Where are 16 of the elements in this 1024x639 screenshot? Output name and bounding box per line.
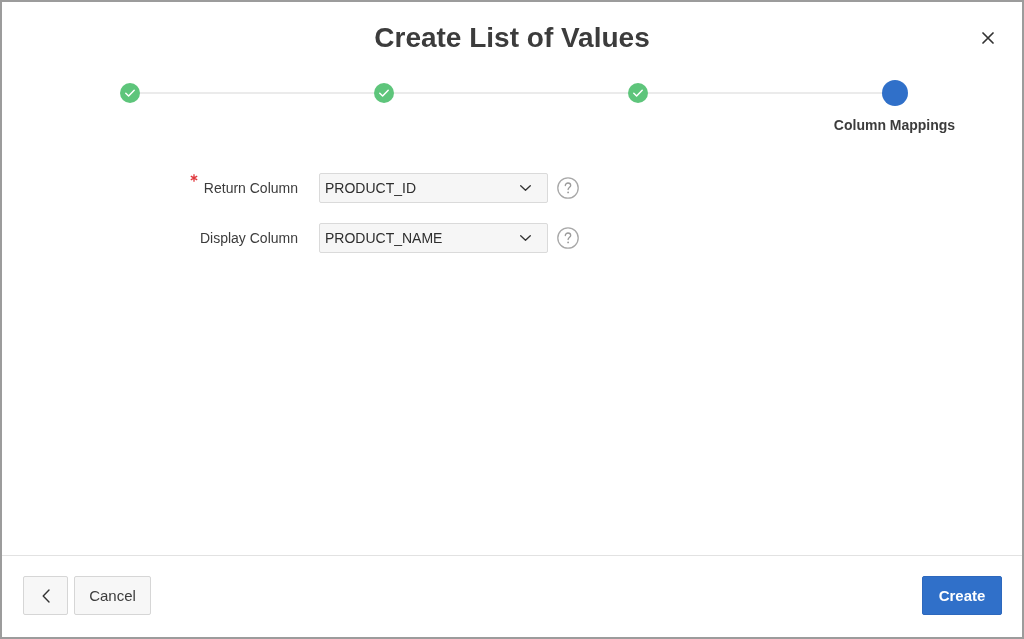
dialog-title: Create List of Values: [374, 21, 650, 55]
help-icon[interactable]: [557, 227, 579, 249]
field-label: Display Column: [199, 230, 298, 246]
close-button[interactable]: [980, 30, 996, 46]
step-label: Column Mappings: [833, 116, 956, 134]
back-button[interactable]: [23, 576, 68, 615]
chevron-down-icon: [520, 185, 531, 191]
chevron-left-icon: [41, 588, 50, 603]
chevron-down-icon: [520, 235, 531, 241]
dropdown-field[interactable]: PRODUCT_NAME: [319, 223, 548, 253]
dropdown-field[interactable]: PRODUCT_ID: [319, 173, 548, 203]
cancel-button[interactable]: Cancel: [74, 576, 151, 615]
create-button[interactable]: Create: [922, 576, 1002, 615]
help-icon[interactable]: [557, 177, 579, 199]
field-label: Return Column: [203, 180, 298, 196]
close-icon: [982, 32, 994, 44]
